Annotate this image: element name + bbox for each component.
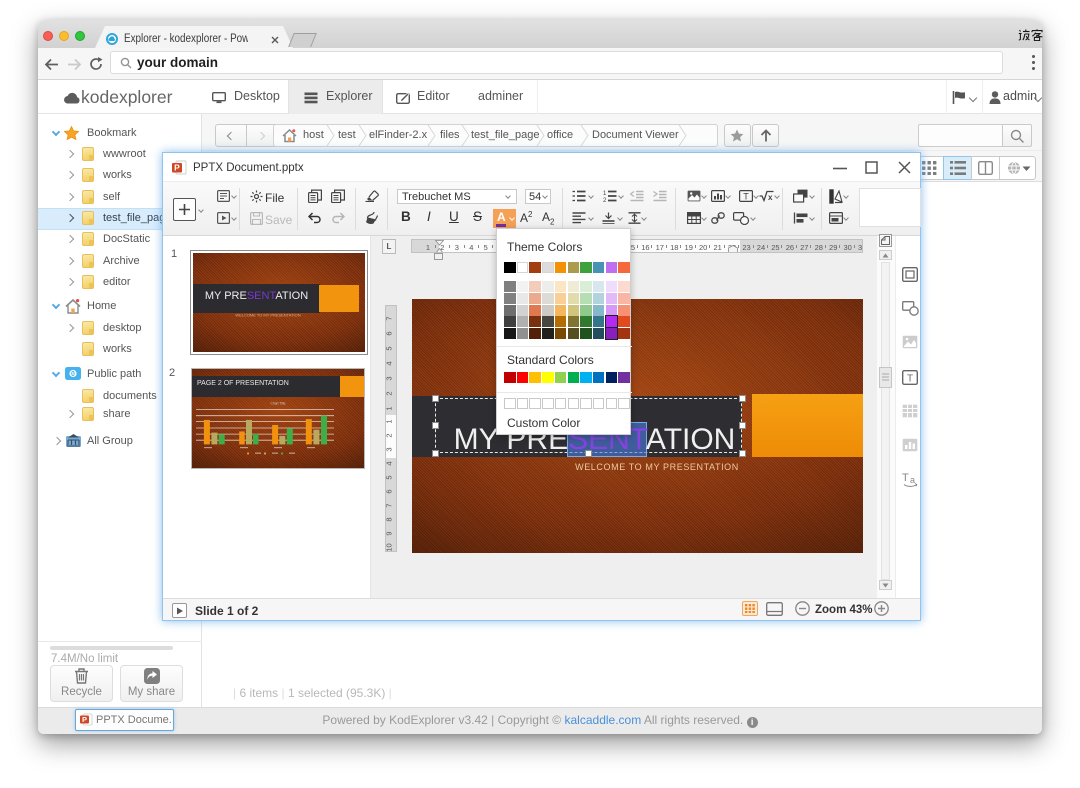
svg-text:0: 0 bbox=[71, 371, 75, 378]
svg-text:T: T bbox=[907, 374, 913, 385]
svg-text:2: 2 bbox=[603, 198, 607, 202]
svg-text:P: P bbox=[174, 163, 180, 173]
svg-text:T: T bbox=[902, 472, 909, 484]
svg-text:x: x bbox=[768, 193, 773, 202]
svg-text:1: 1 bbox=[603, 191, 607, 197]
svg-text:a: a bbox=[910, 475, 915, 485]
svg-text:P: P bbox=[82, 715, 87, 724]
svg-text:T: T bbox=[743, 192, 749, 202]
